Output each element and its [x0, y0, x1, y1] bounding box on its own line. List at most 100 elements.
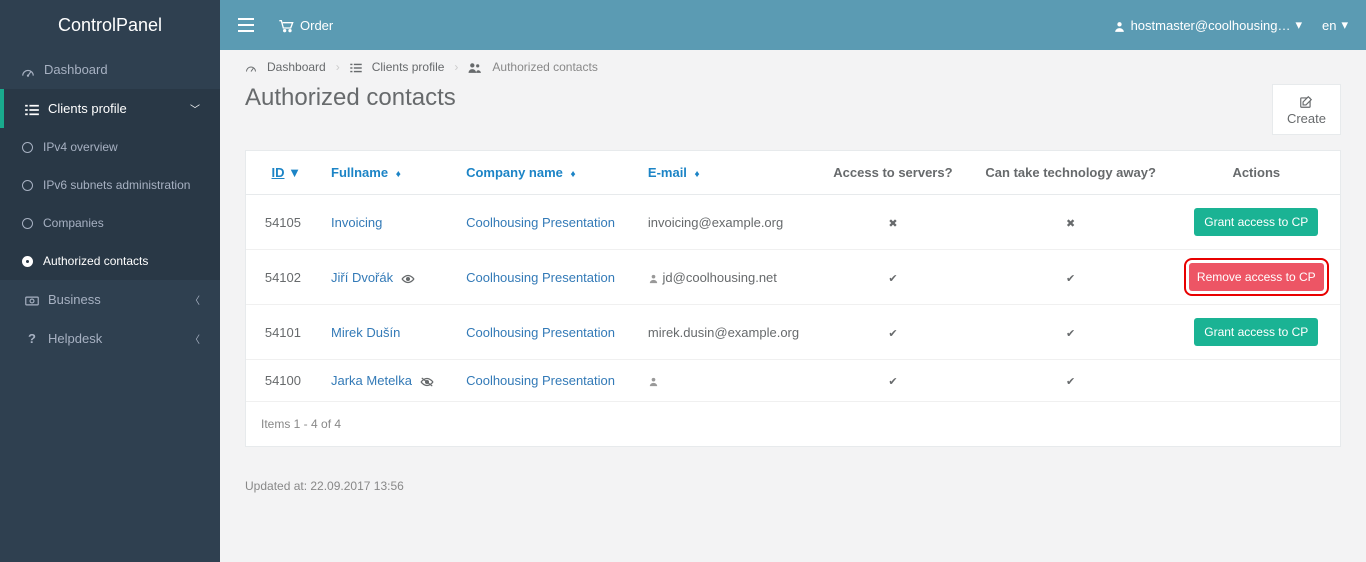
action-button[interactable]: Grant access to CP — [1194, 208, 1318, 236]
create-button[interactable]: Create — [1272, 84, 1341, 135]
edit-icon — [1287, 93, 1326, 109]
sort-icon: ♦ — [571, 169, 576, 180]
brand-title[interactable]: ControlPanel — [0, 0, 220, 50]
nav-authorized-contacts[interactable]: Authorized contacts — [0, 242, 220, 280]
cell-takeaway — [969, 360, 1173, 402]
fullname-link[interactable]: Jarka Metelka — [331, 373, 412, 388]
check-icon — [1066, 373, 1075, 388]
question-icon: ? — [24, 331, 40, 346]
user-icon — [1113, 17, 1126, 32]
money-icon — [24, 292, 40, 307]
nav-business[interactable]: Business 〈 — [0, 280, 220, 319]
col-fullname[interactable]: Fullname ♦ — [316, 151, 451, 195]
col-company[interactable]: Company name ♦ — [451, 151, 633, 195]
col-id[interactable]: ID ▼ — [246, 151, 316, 195]
circle-icon — [22, 256, 33, 267]
nav-clients-label: Clients profile — [48, 101, 127, 116]
cell-access — [817, 195, 969, 250]
nav-companies[interactable]: Companies — [0, 204, 220, 242]
circle-icon — [22, 142, 33, 153]
lang-label: en — [1322, 18, 1336, 33]
sidebar: ControlPanel Dashboard Clients profile ﹀… — [0, 0, 220, 562]
fullname-link[interactable]: Jiří Dvořák — [331, 270, 393, 285]
col-access: Access to servers? — [817, 151, 969, 195]
company-link[interactable]: Coolhousing Presentation — [466, 373, 615, 388]
cell-email — [633, 360, 817, 402]
eye-slash-icon — [420, 374, 434, 388]
cell-id: 54100 — [246, 360, 316, 402]
cell-takeaway — [969, 195, 1173, 250]
nav-business-label: Business — [48, 292, 101, 307]
cell-takeaway — [969, 305, 1173, 360]
caret-down-icon: ▾ — [1295, 17, 1302, 33]
nav-ipv4[interactable]: IPv4 overview — [0, 128, 220, 166]
check-icon — [888, 270, 897, 285]
nav-dashboard[interactable]: Dashboard — [0, 50, 220, 89]
nav-authorized-label: Authorized contacts — [43, 254, 148, 268]
breadcrumb-clients[interactable]: Clients profile — [372, 60, 445, 74]
cell-id: 54101 — [246, 305, 316, 360]
nav-companies-label: Companies — [43, 216, 104, 230]
nav-ipv4-label: IPv4 overview — [43, 140, 118, 154]
user-icon — [648, 270, 659, 285]
page-title: Authorized contacts — [245, 84, 456, 112]
dashboard-icon — [245, 60, 257, 74]
cell-actions — [1173, 360, 1340, 402]
breadcrumb-sep: › — [336, 60, 340, 74]
order-link[interactable]: Order — [278, 17, 333, 33]
nav-ipv6-label: IPv6 subnets administration — [43, 178, 190, 192]
x-icon — [1066, 215, 1075, 230]
breadcrumb-current: Authorized contacts — [492, 60, 597, 74]
contacts-table: ID ▼ Fullname ♦ Company name ♦ E-mail ♦ … — [246, 151, 1340, 402]
check-icon — [1066, 325, 1075, 340]
cell-fullname: Invoicing — [316, 195, 451, 250]
cell-company: Coolhousing Presentation — [451, 250, 633, 305]
cell-email: jd@coolhousing.net — [633, 250, 817, 305]
nav-helpdesk[interactable]: ? Helpdesk 〈 — [0, 319, 220, 358]
sort-desc-icon: ▼ — [288, 165, 301, 180]
nav-ipv6[interactable]: IPv6 subnets administration — [0, 166, 220, 204]
eye-icon — [401, 271, 415, 285]
cell-access — [817, 360, 969, 402]
breadcrumb-sep: › — [454, 60, 458, 74]
cell-company: Coolhousing Presentation — [451, 195, 633, 250]
col-email[interactable]: E-mail ♦ — [633, 151, 817, 195]
cell-actions: Grant access to CP — [1173, 195, 1340, 250]
user-menu[interactable]: hostmaster@coolhousing… ▾ — [1113, 17, 1302, 33]
cell-fullname: Jiří Dvořák — [316, 250, 451, 305]
table-row: 54105InvoicingCoolhousing Presentationin… — [246, 195, 1340, 250]
breadcrumb-dashboard[interactable]: Dashboard — [267, 60, 326, 74]
sort-icon: ♦ — [396, 169, 401, 180]
cell-company: Coolhousing Presentation — [451, 305, 633, 360]
users-icon — [468, 60, 482, 74]
cell-access — [817, 250, 969, 305]
table-row: 54102Jiří DvořákCoolhousing Presentation… — [246, 250, 1340, 305]
cart-icon — [278, 17, 294, 33]
cell-email: mirek.dusin@example.org — [633, 305, 817, 360]
company-link[interactable]: Coolhousing Presentation — [466, 215, 615, 230]
sidebar-toggle[interactable] — [238, 16, 254, 34]
action-button[interactable]: Remove access to CP — [1189, 263, 1324, 291]
sort-icon: ♦ — [695, 169, 700, 180]
cell-fullname: Mirek Dušín — [316, 305, 451, 360]
create-label: Create — [1287, 111, 1326, 126]
circle-icon — [22, 218, 33, 229]
nav-helpdesk-label: Helpdesk — [48, 331, 102, 346]
check-icon — [888, 373, 897, 388]
nav-clients-profile[interactable]: Clients profile ﹀ — [0, 89, 220, 128]
topbar: Order hostmaster@coolhousing… ▾ en ▾ — [220, 0, 1366, 50]
cell-actions: Grant access to CP — [1173, 305, 1340, 360]
lang-menu[interactable]: en ▾ — [1322, 17, 1348, 33]
x-icon — [888, 215, 897, 230]
chevron-down-icon: ﹀ — [190, 101, 200, 116]
fullname-link[interactable]: Invoicing — [331, 215, 382, 230]
fullname-link[interactable]: Mirek Dušín — [331, 325, 400, 340]
action-button[interactable]: Grant access to CP — [1194, 318, 1318, 346]
company-link[interactable]: Coolhousing Presentation — [466, 270, 615, 285]
cell-actions: Remove access to CP — [1173, 250, 1340, 305]
chevron-left-icon: 〈 — [190, 292, 200, 307]
nav-dashboard-label: Dashboard — [44, 62, 108, 77]
company-link[interactable]: Coolhousing Presentation — [466, 325, 615, 340]
check-icon — [888, 325, 897, 340]
circle-icon — [22, 180, 33, 191]
